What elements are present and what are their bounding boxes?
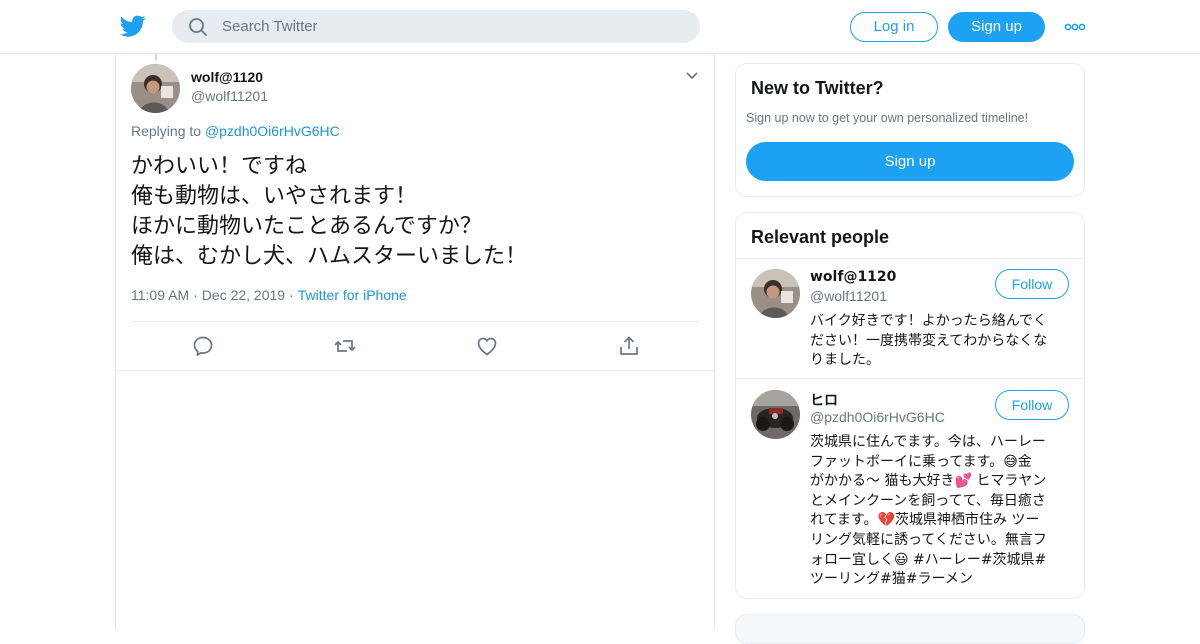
relevant-people-card: Relevant people wolf@1120 @wolf11201 Fol… — [735, 212, 1085, 599]
tweet-metadata: 11:09 AM · Dec 22, 2019 · Twitter for iPhone — [131, 287, 407, 303]
chevron-down-icon[interactable] — [685, 71, 699, 81]
avatar[interactable] — [751, 390, 800, 439]
author-handle[interactable]: @wolf11201 — [191, 88, 268, 104]
login-button[interactable]: Log in — [850, 12, 938, 42]
person-item: wolf@1120 @wolf11201 Follow バイク好きです！よかった… — [736, 259, 1084, 379]
tweet-time[interactable]: 11:09 AM — [131, 287, 189, 303]
more-dots-icon[interactable] — [1064, 18, 1086, 36]
replying-to-link[interactable]: @pzdh0Oi6rHvG6HC — [205, 123, 340, 139]
tweet-source-link[interactable]: Twitter for iPhone — [298, 287, 407, 303]
person-name[interactable]: ヒロ — [810, 390, 838, 410]
bio-line: ファットボーイに乗ってます。😅金 — [810, 453, 1032, 470]
replying-prefix: Replying to — [131, 123, 202, 139]
person-bio: バイク好きです！よかったら絡んでく ださい！一度携帯変えてわからなくな りました… — [810, 312, 1070, 371]
bio-line: 茨城県に住んでます。今は、ハーレー — [810, 434, 1046, 450]
signup-button[interactable]: Sign up — [948, 12, 1045, 42]
like-icon[interactable] — [475, 334, 499, 358]
next-sidebar-card — [735, 614, 1085, 644]
bio-line: リング気軽に誘ってください。無言フ — [810, 531, 1047, 548]
bio-line: とメインクーンを飼ってて、毎日癒さ — [810, 492, 1046, 509]
card-subtitle: Sign up now to get your own personalized… — [746, 111, 1029, 125]
tweet-text-line: 俺も動物は、いやされます！ — [131, 184, 418, 209]
tweet: wolf@1120 @wolf11201 Replying to @pzdh0O… — [116, 54, 714, 371]
card-title: New to Twitter? — [751, 78, 884, 98]
avatar[interactable] — [131, 64, 180, 113]
follow-button[interactable]: Follow — [995, 269, 1069, 299]
divider — [131, 321, 699, 322]
person-name[interactable]: wolf@1120 — [810, 269, 896, 285]
search-icon — [189, 18, 207, 36]
top-navigation-bar: Log in Sign up — [0, 0, 1200, 54]
avatar[interactable] — [751, 269, 800, 318]
bio-line: がかかる〜 猫も大好き💕 ヒマラヤン — [810, 473, 1047, 490]
bio-line: れてます。💔茨城県神栖市住み ツー — [810, 512, 1040, 529]
replying-to-line: Replying to @pzdh0Oi6rHvG6HC — [131, 123, 340, 139]
reply-icon[interactable] — [191, 334, 215, 358]
card-title: Relevant people — [751, 227, 890, 247]
person-handle[interactable]: @pzdh0Oi6rHvG6HC — [810, 409, 945, 425]
bio-line: ださい！一度携帯変えてわからなくな — [810, 332, 1048, 349]
person-bio: 茨城県に住んでます。今は、ハーレー ファットボーイに乗ってます。😅金 がかかる〜… — [810, 433, 1070, 590]
main-column: wolf@1120 @wolf11201 Replying to @pzdh0O… — [115, 54, 715, 630]
bio-line: りました。 — [810, 352, 880, 369]
bio-line: ツーリング#猫#ラーメン — [810, 571, 973, 588]
follow-button[interactable]: Follow — [995, 390, 1069, 420]
tweet-text-line: 俺は、むかし犬、ハムスターいました！ — [131, 244, 528, 269]
retweet-icon[interactable] — [333, 334, 357, 358]
search-bar[interactable] — [172, 10, 700, 43]
tweet-actions — [116, 334, 714, 358]
author-name[interactable]: wolf@1120 — [191, 69, 263, 85]
bio-line: ォロー宜しく😃 #ハーレー#茨城県# — [810, 551, 1047, 568]
person-handle[interactable]: @wolf11201 — [810, 288, 887, 304]
twitter-bird-icon[interactable] — [120, 13, 146, 39]
tweet-date[interactable]: Dec 22, 2019 — [202, 287, 285, 303]
share-icon[interactable] — [617, 334, 641, 358]
tweet-text-line: かわいい！ですね — [131, 154, 308, 179]
tweet-text-line: ほかに動物いたことあるんですか？ — [131, 214, 482, 239]
tweet-text: かわいい！ですね 俺も動物は、いやされます！ ほかに動物いたことあるんですか？ … — [131, 152, 701, 272]
new-to-twitter-card: New to Twitter? Sign up now to get your … — [735, 63, 1085, 197]
signup-button[interactable]: Sign up — [746, 142, 1074, 181]
bio-line: バイク好きです！よかったら絡んでく — [810, 313, 1048, 329]
person-item: ヒロ @pzdh0Oi6rHvG6HC Follow 茨城県に住んでます。今は、… — [736, 380, 1084, 598]
search-input[interactable] — [222, 10, 682, 43]
